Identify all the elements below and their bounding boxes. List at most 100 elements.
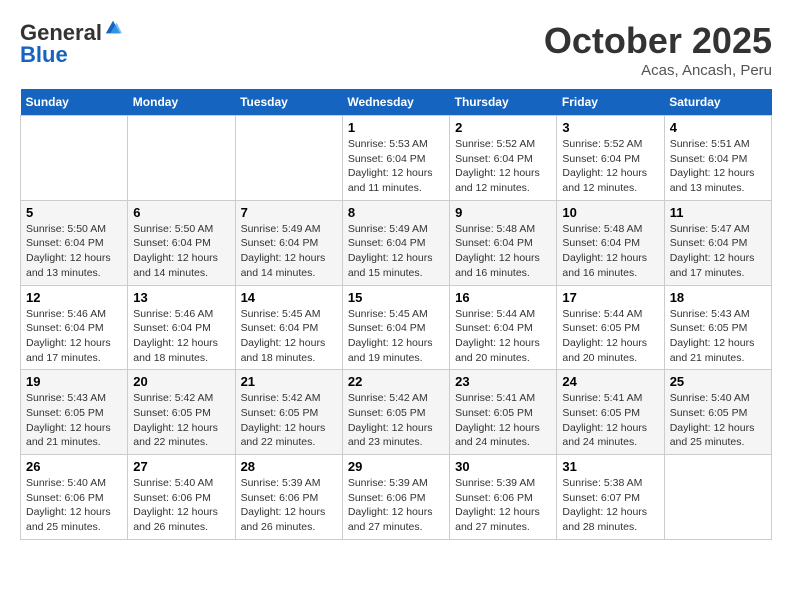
- day-number: 26: [26, 459, 122, 474]
- day-info: Sunrise: 5:47 AMSunset: 6:04 PMDaylight:…: [670, 222, 766, 281]
- day-info: Sunrise: 5:49 AMSunset: 6:04 PMDaylight:…: [348, 222, 444, 281]
- day-number: 23: [455, 374, 551, 389]
- day-number: 7: [241, 205, 337, 220]
- logo: General Blue: [20, 20, 122, 68]
- day-info: Sunrise: 5:51 AMSunset: 6:04 PMDaylight:…: [670, 137, 766, 196]
- weekday-header-friday: Friday: [557, 89, 664, 116]
- day-info: Sunrise: 5:44 AMSunset: 6:05 PMDaylight:…: [562, 307, 658, 366]
- day-cell-15: 15 Sunrise: 5:45 AMSunset: 6:04 PMDayligh…: [342, 285, 449, 370]
- logo-icon: [104, 19, 122, 37]
- day-cell-13: 13 Sunrise: 5:46 AMSunset: 6:04 PMDayligh…: [128, 285, 235, 370]
- day-info: Sunrise: 5:38 AMSunset: 6:07 PMDaylight:…: [562, 476, 658, 535]
- day-info: Sunrise: 5:52 AMSunset: 6:04 PMDaylight:…: [562, 137, 658, 196]
- day-number: 30: [455, 459, 551, 474]
- day-info: Sunrise: 5:46 AMSunset: 6:04 PMDaylight:…: [133, 307, 229, 366]
- day-number: 31: [562, 459, 658, 474]
- week-row-5: 26 Sunrise: 5:40 AMSunset: 6:06 PMDayligh…: [21, 455, 772, 540]
- day-cell-27: 27 Sunrise: 5:40 AMSunset: 6:06 PMDayligh…: [128, 455, 235, 540]
- day-cell-6: 6Sunrise: 5:50 AMSunset: 6:04 PMDaylight…: [128, 200, 235, 285]
- day-number: 11: [670, 205, 766, 220]
- day-cell-9: 9 Sunrise: 5:48 AMSunset: 6:04 PMDaylight…: [450, 200, 557, 285]
- day-number: 21: [241, 374, 337, 389]
- day-info: Sunrise: 5:46 AMSunset: 6:04 PMDaylight:…: [26, 307, 122, 366]
- day-info: Sunrise: 5:42 AMSunset: 6:05 PMDaylight:…: [348, 391, 444, 450]
- day-cell-11: 11 Sunrise: 5:47 AMSunset: 6:04 PMDayligh…: [664, 200, 771, 285]
- day-number: 3: [562, 120, 658, 135]
- day-cell-17: 17 Sunrise: 5:44 AMSunset: 6:05 PMDayligh…: [557, 285, 664, 370]
- day-cell-28: 28 Sunrise: 5:39 AMSunset: 6:06 PMDayligh…: [235, 455, 342, 540]
- day-info: Sunrise: 5:39 AMSunset: 6:06 PMDaylight:…: [348, 476, 444, 535]
- day-info: Sunrise: 5:44 AMSunset: 6:04 PMDaylight:…: [455, 307, 551, 366]
- week-row-2: 5Sunrise: 5:50 AMSunset: 6:04 PMDaylight…: [21, 200, 772, 285]
- day-cell-18: 18 Sunrise: 5:43 AMSunset: 6:05 PMDayligh…: [664, 285, 771, 370]
- day-number: 22: [348, 374, 444, 389]
- day-cell-12: 12 Sunrise: 5:46 AMSunset: 6:04 PMDayligh…: [21, 285, 128, 370]
- weekday-header-saturday: Saturday: [664, 89, 771, 116]
- day-info: Sunrise: 5:42 AMSunset: 6:05 PMDaylight:…: [133, 391, 229, 450]
- day-info: Sunrise: 5:40 AMSunset: 6:06 PMDaylight:…: [26, 476, 122, 535]
- day-info: Sunrise: 5:41 AMSunset: 6:05 PMDaylight:…: [455, 391, 551, 450]
- day-number: 5: [26, 205, 122, 220]
- weekday-header-tuesday: Tuesday: [235, 89, 342, 116]
- day-number: 14: [241, 290, 337, 305]
- day-number: 13: [133, 290, 229, 305]
- location-subtitle: Acas, Ancash, Peru: [544, 62, 772, 79]
- page-header: General Blue October 2025 Acas, Ancash, …: [20, 20, 772, 79]
- day-cell-14: 14Sunrise: 5:45 AMSunset: 6:04 PMDayligh…: [235, 285, 342, 370]
- day-info: Sunrise: 5:48 AMSunset: 6:04 PMDaylight:…: [562, 222, 658, 281]
- day-number: 6: [133, 205, 229, 220]
- week-row-1: 1 Sunrise: 5:53 AMSunset: 6:04 PMDaylight…: [21, 116, 772, 201]
- day-number: 27: [133, 459, 229, 474]
- day-cell-20: 20 Sunrise: 5:42 AMSunset: 6:05 PMDayligh…: [128, 370, 235, 455]
- empty-cell: [235, 116, 342, 201]
- day-cell-7: 7 Sunrise: 5:49 AMSunset: 6:04 PMDaylight…: [235, 200, 342, 285]
- day-info: Sunrise: 5:40 AMSunset: 6:06 PMDaylight:…: [133, 476, 229, 535]
- day-cell-4: 4 Sunrise: 5:51 AMSunset: 6:04 PMDaylight…: [664, 116, 771, 201]
- day-info: Sunrise: 5:49 AMSunset: 6:04 PMDaylight:…: [241, 222, 337, 281]
- day-number: 18: [670, 290, 766, 305]
- day-number: 8: [348, 205, 444, 220]
- day-cell-3: 3 Sunrise: 5:52 AMSunset: 6:04 PMDaylight…: [557, 116, 664, 201]
- day-number: 28: [241, 459, 337, 474]
- day-number: 29: [348, 459, 444, 474]
- weekday-header-monday: Monday: [128, 89, 235, 116]
- day-cell-1: 1 Sunrise: 5:53 AMSunset: 6:04 PMDaylight…: [342, 116, 449, 201]
- day-cell-2: 2 Sunrise: 5:52 AMSunset: 6:04 PMDaylight…: [450, 116, 557, 201]
- day-info: Sunrise: 5:53 AMSunset: 6:04 PMDaylight:…: [348, 137, 444, 196]
- day-cell-29: 29 Sunrise: 5:39 AMSunset: 6:06 PMDayligh…: [342, 455, 449, 540]
- day-number: 25: [670, 374, 766, 389]
- day-number: 4: [670, 120, 766, 135]
- day-number: 10: [562, 205, 658, 220]
- day-info: Sunrise: 5:43 AMSunset: 6:05 PMDaylight:…: [670, 307, 766, 366]
- day-number: 16: [455, 290, 551, 305]
- empty-cell: [664, 455, 771, 540]
- weekday-header-wednesday: Wednesday: [342, 89, 449, 116]
- day-number: 2: [455, 120, 551, 135]
- day-info: Sunrise: 5:52 AMSunset: 6:04 PMDaylight:…: [455, 137, 551, 196]
- day-cell-21: 21Sunrise: 5:42 AMSunset: 6:05 PMDayligh…: [235, 370, 342, 455]
- day-info: Sunrise: 5:39 AMSunset: 6:06 PMDaylight:…: [241, 476, 337, 535]
- day-cell-22: 22 Sunrise: 5:42 AMSunset: 6:05 PMDayligh…: [342, 370, 449, 455]
- day-cell-31: 31 Sunrise: 5:38 AMSunset: 6:07 PMDayligh…: [557, 455, 664, 540]
- calendar-table: SundayMondayTuesdayWednesdayThursdayFrid…: [20, 89, 772, 540]
- day-info: Sunrise: 5:45 AMSunset: 6:04 PMDaylight:…: [348, 307, 444, 366]
- week-row-3: 12 Sunrise: 5:46 AMSunset: 6:04 PMDayligh…: [21, 285, 772, 370]
- day-cell-8: 8 Sunrise: 5:49 AMSunset: 6:04 PMDaylight…: [342, 200, 449, 285]
- empty-cell: [128, 116, 235, 201]
- day-cell-23: 23 Sunrise: 5:41 AMSunset: 6:05 PMDayligh…: [450, 370, 557, 455]
- title-block: October 2025 Acas, Ancash, Peru: [544, 20, 772, 79]
- day-info: Sunrise: 5:48 AMSunset: 6:04 PMDaylight:…: [455, 222, 551, 281]
- day-cell-10: 10 Sunrise: 5:48 AMSunset: 6:04 PMDayligh…: [557, 200, 664, 285]
- day-info: Sunrise: 5:41 AMSunset: 6:05 PMDaylight:…: [562, 391, 658, 450]
- day-number: 24: [562, 374, 658, 389]
- day-number: 15: [348, 290, 444, 305]
- day-number: 1: [348, 120, 444, 135]
- day-cell-30: 30Sunrise: 5:39 AMSunset: 6:06 PMDayligh…: [450, 455, 557, 540]
- day-info: Sunrise: 5:40 AMSunset: 6:05 PMDaylight:…: [670, 391, 766, 450]
- day-number: 12: [26, 290, 122, 305]
- day-number: 9: [455, 205, 551, 220]
- day-number: 20: [133, 374, 229, 389]
- weekday-header-sunday: Sunday: [21, 89, 128, 116]
- day-number: 17: [562, 290, 658, 305]
- day-cell-24: 24 Sunrise: 5:41 AMSunset: 6:05 PMDayligh…: [557, 370, 664, 455]
